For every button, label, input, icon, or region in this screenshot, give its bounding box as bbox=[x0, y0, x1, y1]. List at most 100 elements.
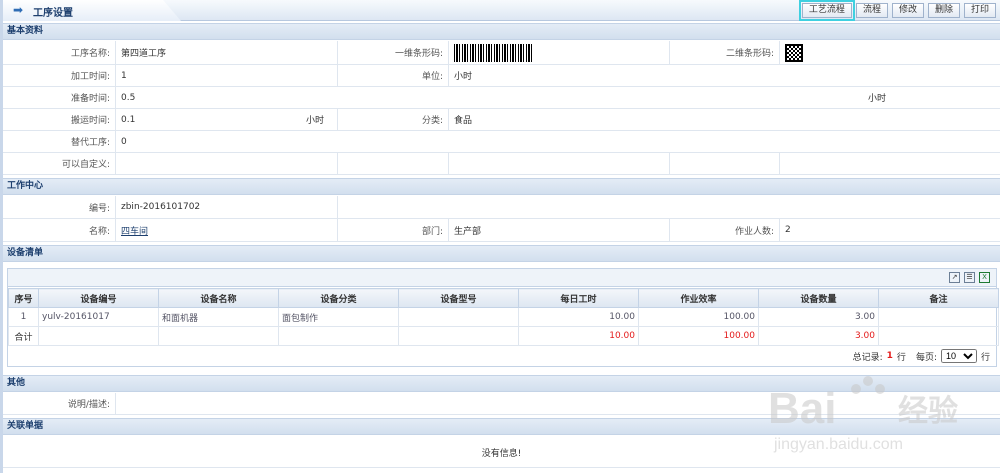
qrcode-image bbox=[785, 43, 803, 62]
move-time-label: 搬运时间: bbox=[3, 109, 116, 130]
pager: 总记录: 1 行 每页: 10 行 bbox=[853, 349, 990, 363]
section-equipment: 设备清单 bbox=[3, 245, 1000, 262]
section-other: 其他 bbox=[3, 375, 1000, 392]
alt-process-value: 0 bbox=[121, 136, 127, 147]
dept-value: 生产部 bbox=[449, 219, 670, 241]
col-note[interactable]: 备注 bbox=[878, 288, 999, 308]
total-empty-3 bbox=[278, 326, 399, 346]
dept-label: 部门: bbox=[338, 219, 449, 241]
total-quantity: 3.00 bbox=[758, 326, 879, 346]
wc-name-cell: 四车间 bbox=[116, 219, 338, 241]
move-time-value: 0.1 小时 bbox=[116, 109, 338, 130]
cell-quantity: 3.00 bbox=[758, 307, 879, 327]
qrcode-cell bbox=[780, 41, 1000, 64]
total-empty-5 bbox=[878, 326, 999, 346]
cell-model bbox=[398, 307, 519, 327]
col-seq[interactable]: 序号 bbox=[8, 288, 39, 308]
total-efficiency: 100.00 bbox=[638, 326, 759, 346]
col-quantity[interactable]: 设备数量 bbox=[758, 288, 879, 308]
toolbar: 工艺流程 流程 修改 删除 打印 bbox=[798, 0, 996, 21]
move-time-number: 0.1 bbox=[121, 114, 136, 125]
row-alt-process: 替代工序: 0 bbox=[3, 131, 1000, 153]
equipment-table: 序号 设备编号 设备名称 设备分类 设备型号 每日工时 作业效率 设备数量 备注… bbox=[8, 288, 999, 346]
section-basic-info: 基本资料 bbox=[3, 23, 1000, 40]
col-model[interactable]: 设备型号 bbox=[398, 288, 519, 308]
equipment-toolbar: ↗ ☰ X bbox=[8, 269, 996, 287]
wc-code-empty bbox=[338, 196, 1000, 218]
total-label: 合计 bbox=[8, 326, 39, 346]
cell-seq: 1 bbox=[8, 307, 39, 327]
equipment-grid: ↗ ☰ X 序号 设备编号 设备名称 设备分类 设备型号 每日工时 作业效率 设… bbox=[7, 268, 999, 367]
col-code[interactable]: 设备编号 bbox=[38, 288, 159, 308]
total-empty-2 bbox=[158, 326, 279, 346]
pager-total-prefix: 总记录: bbox=[852, 352, 883, 363]
unit-value: 小时 bbox=[454, 72, 473, 82]
pager-total-suffix: 行 bbox=[896, 352, 906, 363]
barcode1-label: 一维条形码: bbox=[338, 41, 449, 64]
category-label: 分类: bbox=[338, 109, 449, 130]
row-wc-name: 名称: 四车间 部门: 生产部 作业人数: 2 bbox=[3, 219, 1000, 242]
page-title: 工序设置 bbox=[33, 8, 73, 19]
total-empty-1 bbox=[38, 326, 159, 346]
description-label: 说明/描述: bbox=[3, 393, 116, 414]
prep-unit: 小时 bbox=[868, 94, 887, 104]
row-process-name: 工序名称: 第四道工序 一维条形码: 二维条形码: bbox=[3, 41, 1000, 65]
custom-cell-1 bbox=[116, 153, 338, 174]
col-efficiency[interactable]: 作业效率 bbox=[638, 288, 759, 308]
select-columns-icon[interactable]: ☰ bbox=[964, 272, 975, 283]
move-time-unit: 小时 bbox=[306, 116, 325, 126]
row-prep-time: 准备时间: 0.5 小时 bbox=[3, 87, 1000, 109]
title-tab: ➡ 工序设置 bbox=[3, 0, 181, 21]
total-daily-hours: 10.00 bbox=[518, 326, 639, 346]
table-header-row: 序号 设备编号 设备名称 设备分类 设备型号 每日工时 作业效率 设备数量 备注 bbox=[8, 288, 999, 308]
custom-label: 可以自定义: bbox=[3, 153, 116, 174]
category-value: 食品 bbox=[454, 116, 473, 126]
cell-name: 和面机器 bbox=[158, 307, 279, 327]
process-name-value: 第四道工序 bbox=[116, 41, 338, 64]
total-empty-4 bbox=[398, 326, 519, 346]
cell-efficiency: 100.00 bbox=[638, 307, 759, 327]
barcode2-label: 二维条形码: bbox=[670, 41, 780, 64]
top-bar: ➡ 工序设置 工艺流程 流程 修改 删除 打印 bbox=[3, 0, 1000, 21]
flow-button[interactable]: 流程 bbox=[855, 3, 888, 18]
row-proc-time: 加工时间: 1 单位: 小时 bbox=[3, 65, 1000, 87]
no-info-message: 没有信息! bbox=[3, 438, 1000, 468]
cell-code: yulv-20161017 bbox=[38, 307, 159, 327]
arrow-right-icon: ➡ bbox=[13, 3, 24, 17]
wc-code-value: zbin-2016101702 bbox=[116, 196, 338, 218]
row-custom: 可以自定义: bbox=[3, 153, 1000, 175]
delete-button[interactable]: 删除 bbox=[927, 3, 960, 18]
cell-daily-hours: 10.00 bbox=[518, 307, 639, 327]
per-page-select[interactable]: 10 bbox=[940, 349, 977, 363]
excel-icon[interactable]: X bbox=[979, 272, 990, 283]
wc-name-label: 名称: bbox=[3, 219, 116, 241]
prep-time-label: 准备时间: bbox=[3, 87, 116, 108]
process-name-label: 工序名称: bbox=[3, 41, 116, 64]
wc-name-link[interactable]: 四车间 bbox=[121, 224, 148, 237]
row-move-time: 搬运时间: 0.1 小时 分类: 食品 bbox=[3, 109, 1000, 131]
edit-button[interactable]: 修改 bbox=[891, 3, 924, 18]
workers-label: 作业人数: bbox=[670, 219, 780, 241]
custom-cell-4 bbox=[670, 153, 780, 174]
col-category[interactable]: 设备分类 bbox=[278, 288, 399, 308]
cell-category: 面包制作 bbox=[278, 307, 399, 327]
description-value bbox=[116, 393, 1000, 414]
table-total-row: 合计 10.00 100.00 3.00 bbox=[8, 326, 999, 346]
export-icon[interactable]: ↗ bbox=[949, 272, 960, 283]
cell-note bbox=[878, 307, 999, 327]
pager-per-page-label: 每页: bbox=[915, 352, 937, 363]
col-daily-hours[interactable]: 每日工时 bbox=[518, 288, 639, 308]
col-name[interactable]: 设备名称 bbox=[158, 288, 279, 308]
wc-code-label: 编号: bbox=[3, 196, 116, 218]
print-button[interactable]: 打印 bbox=[963, 3, 996, 18]
custom-cell-5 bbox=[780, 153, 1000, 174]
unit-label: 单位: bbox=[338, 65, 449, 86]
alt-process-label: 替代工序: bbox=[3, 131, 116, 152]
table-row[interactable]: 1 yulv-20161017 和面机器 面包制作 10.00 100.00 3… bbox=[8, 307, 999, 327]
pager-per-page-suffix: 行 bbox=[980, 352, 990, 363]
proc-time-value: 1 bbox=[116, 65, 338, 86]
pager-total-count: 1 bbox=[886, 351, 893, 361]
row-wc-code: 编号: zbin-2016101702 bbox=[3, 196, 1000, 219]
process-flow-button[interactable]: 工艺流程 bbox=[798, 0, 855, 21]
barcode-image bbox=[454, 43, 534, 62]
